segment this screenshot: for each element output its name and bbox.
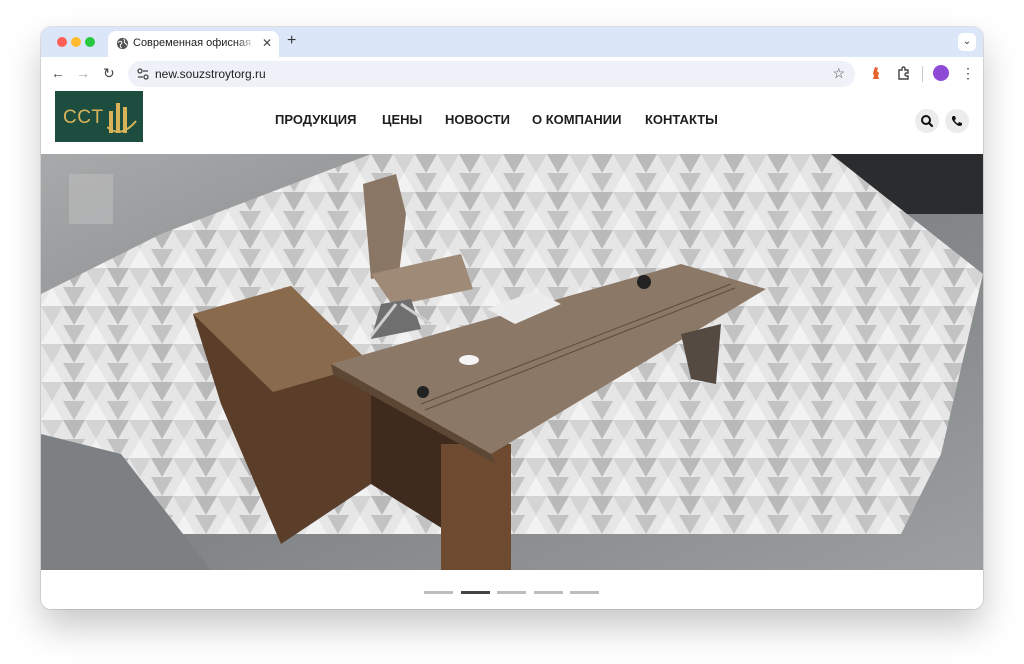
forward-button[interactable]: →: [76, 65, 90, 81]
logo-text: CCT: [63, 107, 104, 128]
toolbar-divider: [922, 66, 923, 82]
slider-dot-4[interactable]: [534, 591, 563, 594]
new-tab-button[interactable]: +: [287, 32, 296, 50]
header-phone-button[interactable]: [945, 109, 969, 133]
slider-dot-1[interactable]: [424, 591, 453, 594]
extension-chess-icon[interactable]: [868, 65, 884, 81]
site-info-icon[interactable]: [136, 67, 150, 81]
header-search-button[interactable]: [915, 109, 939, 133]
phone-icon: [951, 116, 962, 126]
tab-search-button[interactable]: ⌄: [958, 33, 976, 51]
bookmark-star-icon[interactable]: ☆: [832, 65, 845, 81]
extensions-puzzle-icon[interactable]: [896, 65, 912, 81]
search-icon: [921, 115, 934, 128]
slider-dot-2[interactable]: [461, 591, 490, 594]
tab-title: Современная офисная мебе: [133, 37, 255, 49]
logo-buildings-icon: [107, 103, 137, 133]
tab-strip: Современная офисная мебе ✕ + ⌄: [41, 27, 983, 57]
hero-slider[interactable]: [41, 154, 983, 570]
url-text[interactable]: new.souzstroytorg.ru: [155, 67, 266, 81]
slider-dot-3[interactable]: [497, 591, 526, 594]
profile-avatar[interactable]: [933, 65, 949, 81]
close-tab-icon[interactable]: ✕: [262, 36, 272, 50]
slider-pagination: [41, 591, 983, 599]
close-window-button[interactable]: [57, 37, 67, 47]
nav-about[interactable]: О КОМПАНИИ: [532, 112, 621, 127]
nav-news[interactable]: НОВОСТИ: [445, 112, 510, 127]
office-desk-photo: [41, 154, 983, 570]
nav-contacts[interactable]: КОНТАКТЫ: [645, 112, 718, 127]
slider-dot-5[interactable]: [570, 591, 599, 594]
browser-tab[interactable]: Современная офисная мебе ✕: [108, 31, 279, 57]
site-logo[interactable]: CCT: [55, 91, 143, 142]
web-page: CCT ПРОДУКЦИЯ ЦЕНЫ НОВОСТИ О КОМПАНИИ КО…: [41, 91, 983, 609]
minimize-window-button[interactable]: [71, 37, 81, 47]
maximize-window-button[interactable]: [85, 37, 95, 47]
nav-products[interactable]: ПРОДУКЦИЯ: [275, 112, 356, 127]
reload-button[interactable]: ↻: [103, 65, 115, 81]
globe-icon: [116, 37, 129, 50]
browser-toolbar: ← → ↻ new.souzstroytorg.ru ☆ ⋮: [41, 57, 983, 92]
site-header: CCT ПРОДУКЦИЯ ЦЕНЫ НОВОСТИ О КОМПАНИИ КО…: [41, 91, 983, 154]
browser-menu-button[interactable]: ⋮: [961, 64, 975, 82]
back-button[interactable]: ←: [51, 65, 65, 81]
browser-window: Современная офисная мебе ✕ + ⌄ ← → ↻ new…: [41, 27, 983, 609]
nav-prices[interactable]: ЦЕНЫ: [382, 112, 422, 127]
address-bar[interactable]: new.souzstroytorg.ru ☆: [128, 61, 855, 87]
